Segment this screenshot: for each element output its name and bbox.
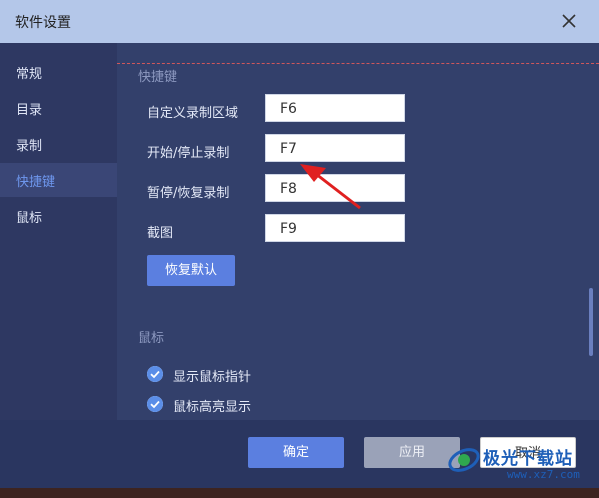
- settings-sidebar: 常规 目录 录制 快捷键 鼠标: [0, 43, 117, 420]
- watermark-logo-icon: [448, 448, 480, 472]
- watermark-text: 极光下载站: [483, 449, 573, 469]
- sidebar-item-label: 鼠标: [16, 211, 43, 226]
- hotkey-label-pause-resume: 暂停/恢复录制: [147, 186, 230, 201]
- sidebar-item-hotkeys[interactable]: 快捷键: [0, 163, 117, 197]
- sidebar-item-label: 目录: [16, 103, 43, 118]
- watermark: 极光下载站 www.xz7.com: [447, 441, 595, 493]
- show-cursor-checkbox[interactable]: [147, 366, 163, 382]
- show-cursor-label: 显示鼠标指针: [173, 370, 252, 385]
- title-bar: 软件设置: [0, 0, 599, 43]
- hotkey-input-custom-area[interactable]: F6: [265, 94, 405, 122]
- highlight-cursor-checkbox[interactable]: [147, 396, 163, 412]
- sidebar-item-recording[interactable]: 录制: [0, 127, 117, 161]
- sidebar-item-label: 常规: [16, 67, 43, 82]
- watermark-url: www.xz7.com: [507, 468, 580, 481]
- mouse-section-title: 鼠标: [138, 331, 165, 346]
- section-divider: [117, 63, 599, 64]
- hotkey-label-start-stop: 开始/停止录制: [147, 146, 230, 161]
- hotkey-input-pause-resume[interactable]: F8: [265, 174, 405, 202]
- sidebar-item-general[interactable]: 常规: [0, 55, 117, 89]
- content-scrollbar[interactable]: [589, 288, 593, 356]
- sidebar-item-mouse[interactable]: 鼠标: [0, 199, 117, 233]
- hotkey-label-screenshot: 截图: [147, 226, 174, 241]
- apply-button[interactable]: 应用: [364, 437, 460, 468]
- ok-button[interactable]: 确定: [248, 437, 344, 468]
- sidebar-item-label: 录制: [16, 139, 43, 154]
- close-button[interactable]: [556, 8, 582, 34]
- hotkey-input-start-stop[interactable]: F7: [265, 134, 405, 162]
- settings-content: 快捷键 自定义录制区域 F6 开始/停止录制 F7 暂停/恢复录制 F8 截图 …: [117, 43, 599, 420]
- hotkey-input-screenshot[interactable]: F9: [265, 214, 405, 242]
- sidebar-item-label: 快捷键: [16, 175, 56, 190]
- restore-defaults-button[interactable]: 恢复默认: [147, 255, 235, 286]
- hotkeys-section-title: 快捷键: [138, 70, 178, 85]
- checkmark-icon: [147, 396, 163, 412]
- sidebar-item-directory[interactable]: 目录: [0, 91, 117, 125]
- settings-dialog: 软件设置 常规 目录 录制 快捷键 鼠标 快捷键 自定义录制区域 F6 开始/停: [0, 0, 599, 498]
- highlight-cursor-label: 鼠标高亮显示: [173, 400, 252, 415]
- close-icon: [562, 14, 576, 28]
- checkmark-icon: [147, 366, 163, 382]
- dialog-title: 软件设置: [15, 15, 71, 31]
- hotkey-label-custom-area: 自定义录制区域: [147, 106, 239, 121]
